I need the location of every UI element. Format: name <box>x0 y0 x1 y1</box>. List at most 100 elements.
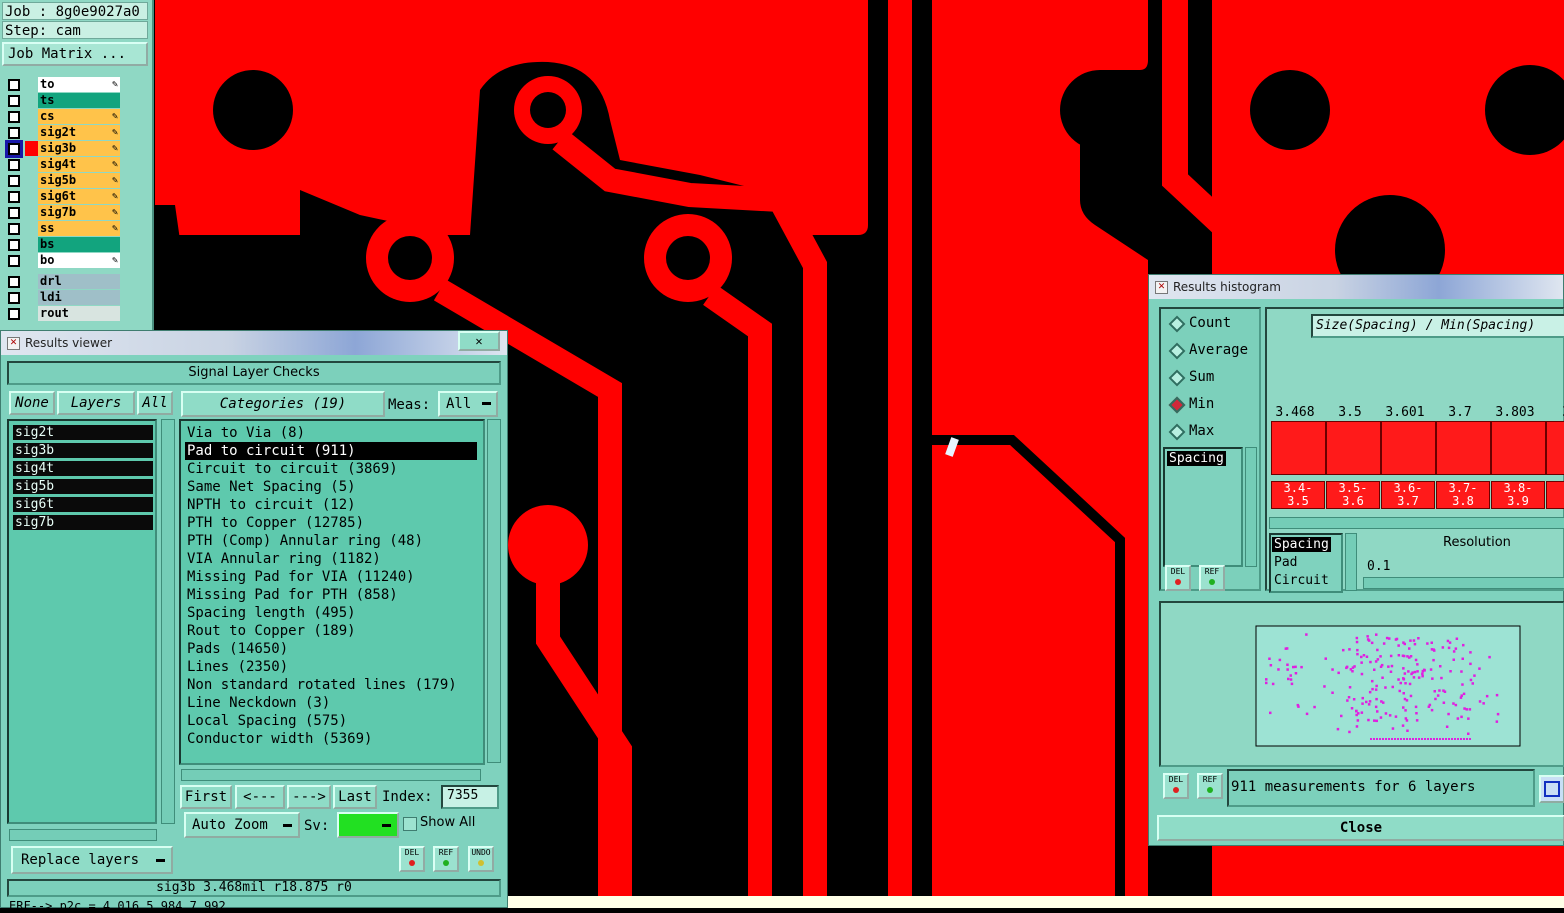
attr-item[interactable]: Spacing <box>1167 451 1226 466</box>
layer-row-rout[interactable]: rout <box>4 306 120 321</box>
result-layer-item[interactable]: sig5b <box>13 479 153 494</box>
result-layer-item[interactable]: sig4t <box>13 461 153 476</box>
sv-color-select[interactable] <box>337 812 399 838</box>
all-button[interactable]: All <box>137 391 173 415</box>
category-list-scrollbar[interactable] <box>487 419 501 763</box>
layer-checkbox[interactable] <box>8 95 20 107</box>
category-item[interactable]: Missing Pad for PTH (858) <box>185 586 477 604</box>
attr-list-scrollbar[interactable] <box>1245 447 1257 567</box>
param-list[interactable]: Spacing Pad Circuit <box>1269 533 1343 593</box>
layer-row-to[interactable]: to ✎ <box>4 77 120 92</box>
show-all-checkbox[interactable] <box>403 817 417 831</box>
layer-checkbox[interactable] <box>8 79 20 91</box>
categories-button[interactable]: Categories (19) <box>181 391 385 417</box>
preview-delete-button[interactable]: DEL <box>1163 773 1189 799</box>
result-layer-item[interactable]: sig3b <box>13 443 153 458</box>
param-list-scrollbar[interactable] <box>1345 533 1357 591</box>
category-item[interactable]: VIA Annular ring (1182) <box>185 550 477 568</box>
category-list-hscrollbar[interactable] <box>181 769 481 781</box>
result-layer-item[interactable]: sig7b <box>13 515 153 530</box>
job-matrix-button[interactable]: Job Matrix ... <box>2 42 148 66</box>
layer-checkbox[interactable] <box>8 255 20 267</box>
resolution-slider[interactable] <box>1363 577 1564 589</box>
radio-diamond-icon[interactable] <box>1168 315 1186 333</box>
category-item[interactable]: Missing Pad for VIA (11240) <box>185 568 477 586</box>
category-item[interactable]: Via to Via (8) <box>185 424 477 442</box>
radio-diamond-icon[interactable] <box>1168 369 1186 387</box>
layer-name[interactable]: sig3b <box>38 141 120 156</box>
param-item[interactable]: Circuit <box>1272 573 1331 588</box>
layer-name[interactable]: ss <box>38 221 120 236</box>
layer-checkbox[interactable] <box>8 308 20 320</box>
result-layer-item[interactable]: sig6t <box>13 497 153 512</box>
layer-checkbox[interactable] <box>8 207 20 219</box>
preview-refresh-button[interactable]: REF <box>1197 773 1223 799</box>
layer-row-ts[interactable]: ts <box>4 93 120 108</box>
layer-checkbox[interactable] <box>8 127 20 139</box>
histogram-bar[interactable] <box>1491 421 1546 475</box>
first-button[interactable]: First <box>180 785 232 809</box>
category-item[interactable]: Same Net Spacing (5) <box>185 478 477 496</box>
layer-name[interactable]: sig5b <box>38 173 120 188</box>
layer-list-hscrollbar[interactable] <box>9 829 157 841</box>
layers-button[interactable]: Layers <box>57 391 135 415</box>
category-item[interactable]: Pad to circuit (911) <box>185 442 477 460</box>
layer-name[interactable]: ts <box>38 93 120 108</box>
layer-checkbox[interactable] <box>5 140 23 158</box>
layer-name[interactable]: to <box>38 77 120 92</box>
index-field[interactable]: 7355 <box>441 785 499 809</box>
param-item[interactable]: Pad <box>1272 555 1299 570</box>
category-item[interactable]: Lines (2350) <box>185 658 477 676</box>
last-button[interactable]: Last <box>333 785 377 809</box>
layer-name[interactable]: rout <box>38 306 120 321</box>
layer-row-drl[interactable]: drl <box>4 274 120 289</box>
board-map[interactable] <box>1255 625 1521 747</box>
layer-checkbox[interactable] <box>8 276 20 288</box>
layer-checkbox[interactable] <box>8 191 20 203</box>
layer-name[interactable]: bo <box>38 253 120 268</box>
auto-zoom-select[interactable]: Auto Zoom <box>184 812 300 838</box>
radio-diamond-icon[interactable] <box>1168 396 1186 414</box>
none-button[interactable]: None <box>9 391 55 415</box>
histogram-bar[interactable] <box>1271 421 1326 475</box>
layer-name[interactable]: sig6t <box>38 189 120 204</box>
radio-diamond-icon[interactable] <box>1168 342 1186 360</box>
close-button[interactable]: Close <box>1157 815 1564 841</box>
layer-row-sig7b[interactable]: sig7b ✎ <box>4 205 120 220</box>
layer-checkbox[interactable] <box>8 223 20 235</box>
layer-name[interactable]: cs <box>38 109 120 124</box>
layer-row-sig4t[interactable]: sig4t ✎ <box>4 157 120 172</box>
category-item[interactable]: Non standard rotated lines (179) <box>185 676 477 694</box>
layer-list-scrollbar[interactable] <box>161 419 175 824</box>
layer-checkbox[interactable] <box>8 175 20 187</box>
layer-name[interactable]: sig7b <box>38 205 120 220</box>
layer-name[interactable]: ldi <box>38 290 120 305</box>
next-button[interactable]: ---> <box>287 785 331 809</box>
category-item[interactable]: NPTH to circuit (12) <box>185 496 477 514</box>
delete-button[interactable]: DEL <box>399 846 425 872</box>
layer-name[interactable]: bs <box>38 237 120 252</box>
layer-row-ss[interactable]: ss ✎ <box>4 221 120 236</box>
category-item[interactable]: PTH to Copper (12785) <box>185 514 477 532</box>
replace-layers-select[interactable]: Replace layers <box>11 846 173 874</box>
undo-button[interactable]: UNDO <box>468 846 494 872</box>
layer-row-bo[interactable]: bo ✎ <box>4 253 120 268</box>
meas-select[interactable]: All <box>438 391 498 417</box>
expression-field[interactable]: Size(Spacing) / Min(Spacing) <box>1311 314 1564 338</box>
category-item[interactable]: Circuit to circuit (3869) <box>185 460 477 478</box>
layer-row-sig6t[interactable]: sig6t ✎ <box>4 189 120 204</box>
histogram-scrollbar[interactable] <box>1269 517 1564 529</box>
radio-diamond-icon[interactable] <box>1168 423 1186 441</box>
layer-row-ldi[interactable]: ldi <box>4 290 120 305</box>
histogram-bar[interactable] <box>1436 421 1491 475</box>
category-item[interactable]: PTH (Comp) Annular ring (48) <box>185 532 477 550</box>
refresh-button[interactable]: REF <box>433 846 459 872</box>
export-button[interactable] <box>1539 775 1564 803</box>
category-item[interactable]: Local Spacing (575) <box>185 712 477 730</box>
layer-name[interactable]: sig4t <box>38 157 120 172</box>
layer-row-bs[interactable]: bs <box>4 237 120 252</box>
category-list[interactable]: Via to Via (8) Pad to circuit (911) Circui… <box>179 419 485 765</box>
close-icon[interactable]: ✕ <box>458 331 500 351</box>
layer-row-sig2t[interactable]: sig2t ✎ <box>4 125 120 140</box>
layer-name[interactable]: sig2t <box>38 125 120 140</box>
